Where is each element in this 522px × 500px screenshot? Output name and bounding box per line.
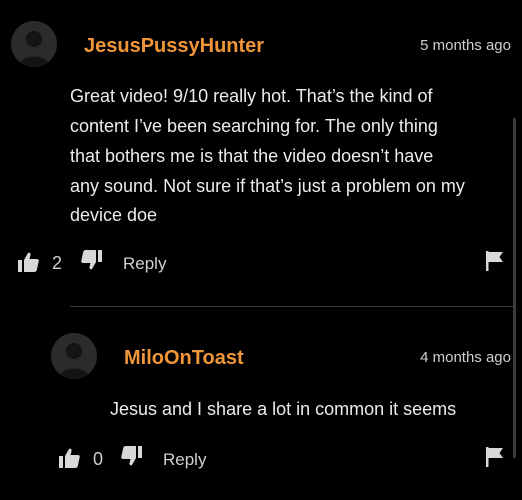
like-count: 2 bbox=[52, 253, 63, 273]
flag-icon[interactable] bbox=[485, 446, 505, 468]
comment-timestamp: 5 months ago bbox=[420, 37, 511, 54]
comment-body-line: any sound. Not sure if that’s just a pro… bbox=[70, 176, 465, 196]
comment-body-line: that bothers me is that the video doesn’… bbox=[70, 146, 434, 166]
avatar[interactable] bbox=[11, 21, 57, 67]
comment-body-line: content I’ve been searching for. The onl… bbox=[70, 116, 438, 136]
comment-body-line: Jesus and I share a lot in common it see… bbox=[110, 399, 457, 419]
thumbs-down-icon[interactable] bbox=[120, 444, 144, 468]
comment-username[interactable]: JesusPussyHunter bbox=[84, 35, 264, 58]
thumbs-up-icon[interactable] bbox=[16, 250, 40, 274]
comment-username[interactable]: MiloOnToast bbox=[124, 347, 244, 370]
scrollbar[interactable] bbox=[513, 118, 516, 458]
comment-body-line: device doe bbox=[70, 205, 158, 225]
avatar-placeholder-icon bbox=[11, 21, 57, 67]
thumbs-up-icon[interactable] bbox=[57, 446, 81, 470]
flag-icon[interactable] bbox=[485, 250, 505, 272]
comment-timestamp: 4 months ago bbox=[420, 349, 511, 366]
comment-body-line: Great video! 9/10 really hot. That’s the… bbox=[70, 86, 433, 106]
thumbs-down-icon[interactable] bbox=[80, 248, 104, 272]
avatar-placeholder-icon bbox=[51, 333, 97, 379]
like-count: 0 bbox=[93, 449, 104, 469]
reply-button[interactable]: Reply bbox=[123, 254, 166, 274]
comment-divider bbox=[70, 306, 514, 307]
avatar[interactable] bbox=[51, 333, 97, 379]
reply-button[interactable]: Reply bbox=[163, 450, 206, 470]
